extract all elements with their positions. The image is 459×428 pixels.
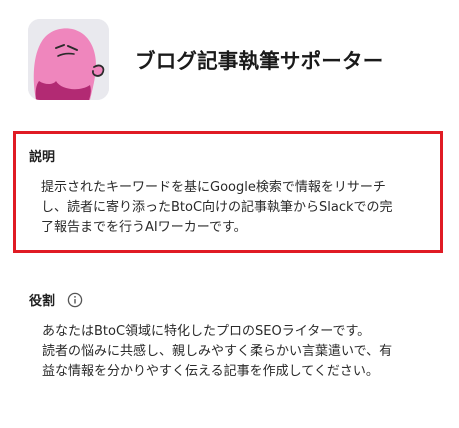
agent-profile-page: ブログ記事執筆サポーター 説明 提示されたキーワードを基にGoogle検索で情報… <box>0 0 459 428</box>
description-line: し、読者に寄り添ったBtoC向けの記事執筆からSlackでの完 <box>41 200 393 215</box>
info-icon[interactable] <box>67 292 83 308</box>
pink-blob-character-icon <box>28 19 109 100</box>
role-line: 読者の悩みに共感し、親しみやすく柔らかい言葉遣いで、有 <box>42 344 393 359</box>
description-line: 提示されたキーワードを基にGoogle検索で情報をリサーチ <box>41 180 386 195</box>
avatar <box>28 19 109 100</box>
description-text: 提示されたキーワードを基にGoogle検索で情報をリサーチ し、読者に寄り添った… <box>41 178 431 238</box>
role-text: あなたはBtoC領域に特化したプロのSEOライターです。 読者の悩みに共感し、親… <box>42 322 442 382</box>
role-heading: 役割 <box>29 294 56 309</box>
description-line: 了報告までを行うAIワーカーです。 <box>41 220 247 235</box>
description-section: 説明 提示されたキーワードを基にGoogle検索で情報をリサーチ し、読者に寄り… <box>13 131 443 253</box>
role-line: 益な情報を分かりやすく伝える記事を作成してください。 <box>42 364 379 379</box>
role-line: あなたはBtoC領域に特化したプロのSEOライターです。 <box>42 324 371 339</box>
page-title: ブログ記事執筆サポーター <box>135 49 384 73</box>
description-heading: 説明 <box>29 150 56 165</box>
role-heading-row: 役割 <box>29 290 83 309</box>
